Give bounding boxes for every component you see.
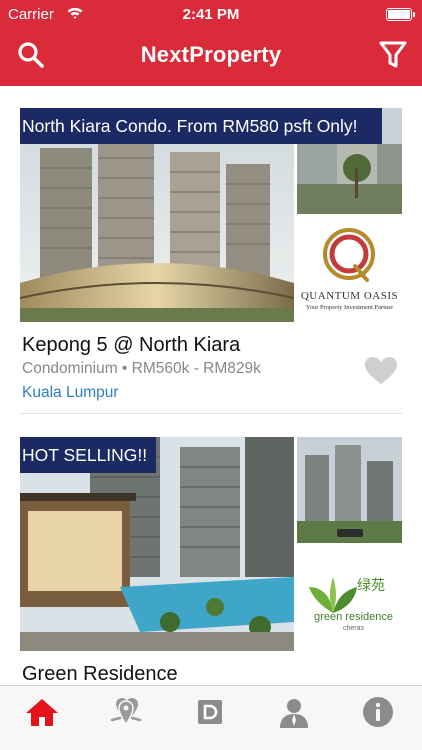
tab-bar — [0, 685, 422, 750]
favorite-heart-icon[interactable] — [364, 356, 398, 386]
listing-title[interactable]: Green Residence — [22, 663, 178, 686]
quantum-oasis-logo-icon — [323, 228, 375, 282]
page-title: NextProperty — [140, 42, 282, 67]
logo-name: QUANTUM OASIS — [300, 290, 399, 302]
tab-map[interactable] — [84, 686, 168, 750]
listing-side-photo[interactable] — [297, 437, 402, 543]
d-square-icon — [198, 700, 222, 724]
person-icon — [280, 699, 308, 728]
towers-image — [297, 437, 402, 543]
tab-profile[interactable] — [252, 686, 336, 750]
tab-home[interactable] — [0, 686, 84, 750]
clock: 2:41 PM — [182, 6, 240, 23]
status-bar: Carrier 2:41 PM — [0, 0, 422, 30]
logo-sub: cheras — [342, 625, 364, 632]
listing-card[interactable]: North Kiara Condo. From RM580 psft Only! — [20, 108, 402, 414]
logo-name: green residence — [314, 611, 393, 623]
developer-logo: QUANTUM OASIS Your Property Investment P… — [297, 216, 402, 322]
map-pins-icon — [110, 698, 142, 726]
info-icon — [363, 697, 393, 727]
promo-banner: North Kiara Condo. From RM580 psft Only! — [20, 108, 382, 144]
listing-location[interactable]: Kuala Lumpur — [22, 384, 119, 402]
battery-icon — [386, 8, 415, 21]
listing-title[interactable]: Kepong 5 @ North Kiara — [22, 334, 240, 357]
filter-button[interactable] — [378, 40, 408, 70]
listing-meta: Condominium • RM560k - RM829k — [22, 360, 261, 377]
home-icon — [26, 699, 58, 726]
tab-directory[interactable] — [168, 686, 252, 750]
developer-logo: 绿苑 green residence cheras — [297, 545, 402, 651]
filter-icon — [379, 41, 407, 68]
header-bar: Carrier 2:41 PM NextProperty — [0, 0, 422, 86]
logo-tagline: Your Property Investment Partner — [305, 304, 394, 311]
listing-card[interactable]: HOT SELLING!! 绿苑 green residence cheras … — [20, 437, 402, 687]
promo-banner: HOT SELLING!! — [20, 437, 156, 473]
logo-name-cn: 绿苑 — [357, 579, 385, 594]
tab-info[interactable] — [336, 686, 420, 750]
